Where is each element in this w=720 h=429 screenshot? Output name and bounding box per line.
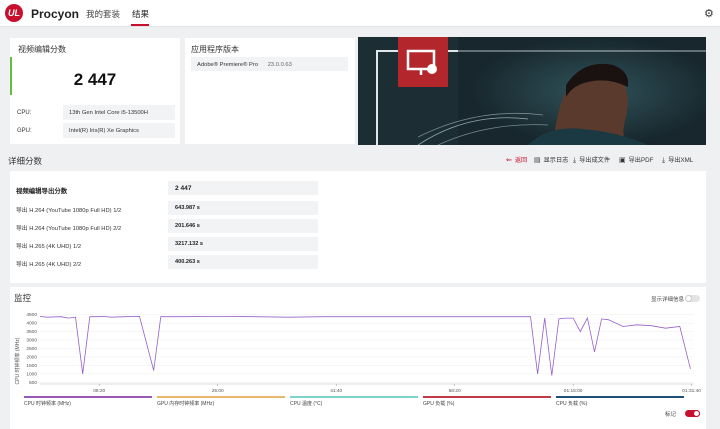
monitoring-chart: CPU 时钟频率 (MHz) 4500 4000 3500 3000 2500 2000 1… <box>14 312 701 407</box>
settings-gear-icon[interactable]: ⚙ <box>704 7 714 20</box>
score-value: 2 447 <box>73 70 117 89</box>
portrait-illustration <box>417 37 706 145</box>
y-tick-label: 1500 <box>26 363 37 369</box>
cpu-value: 13th Gen Intel Core i5-13500H <box>63 105 175 120</box>
cpu-label: CPU: <box>17 110 32 116</box>
app-version-row: Adobe® Premiere® Pro 23.0.0.63 <box>191 57 348 71</box>
monitoring-title: 监控 <box>14 293 32 303</box>
hero-image <box>358 37 706 145</box>
detail-row-value: 201.646 s <box>168 219 318 233</box>
detail-row-value: 400.263 s <box>168 255 318 269</box>
x-tick-labels: 08:20 25:00 41:40 58:20 01:15:00 01:31:40 <box>93 384 701 394</box>
detail-row-label: 导出 H.265 (4K UHD) 2/2 <box>16 262 82 268</box>
y-tick-label: 3500 <box>26 329 37 335</box>
toggle-knob <box>685 295 692 302</box>
back-button[interactable]: ⇐ 返回 <box>506 155 527 164</box>
detail-row-value: 3217.132 s <box>168 237 318 251</box>
legend-swatch <box>157 396 285 398</box>
detail-row-label: 导出 H.264 (YouTube 1080p Full HD) 2/2 <box>16 226 122 232</box>
export-xml-button[interactable]: ⤓ 导出XML <box>662 155 693 165</box>
details-title: 详细分数 <box>8 156 43 166</box>
x-tick-label: 41:40 <box>330 388 342 394</box>
export-file-button[interactable]: ⤓ 导出成文件 <box>573 155 610 165</box>
x-tick-label: 01:15:00 <box>564 388 583 394</box>
export-pdf-button[interactable]: ▣ 导出PDF <box>619 155 653 164</box>
legend-swatch <box>24 396 152 398</box>
y-tick-labels: 4500 4000 3500 3000 2500 2000 1500 1000 500 <box>26 312 37 386</box>
x-tick-label: 58:20 <box>449 388 461 394</box>
y-tick-label: 2500 <box>26 346 37 352</box>
y-tick-label: 2000 <box>26 354 37 360</box>
app-title: Procyon <box>31 7 80 21</box>
active-tab-indicator <box>131 24 149 26</box>
marker-toggle-label: 标记 <box>665 412 677 418</box>
detail-row-value: 643.987 s <box>168 201 318 215</box>
document-icon: ▤ <box>534 157 541 164</box>
app-version: 23.0.0.63 <box>267 62 292 68</box>
score-title: 视频编辑分数 <box>18 45 66 54</box>
cpu-clock-series-line <box>39 315 691 376</box>
legend-label: CPU 时钟频率 (MHz) <box>24 400 71 407</box>
x-tick-label: 01:31:40 <box>682 388 701 394</box>
detail-row-label: 导出 H.265 (4K UHD) 1/2 <box>16 244 82 250</box>
x-tick-label: 08:20 <box>93 388 105 394</box>
app-version-card: 应用程序版本 Adobe® Premiere® Pro 23.0.0.63 <box>185 38 355 144</box>
app-version-title: 应用程序版本 <box>191 45 239 54</box>
ul-logo: UL <box>5 4 23 22</box>
chart-legend: CPU 时钟频率 (MHz) GPU 内存时钟频率 (MHz) CPU 温度 (°C… <box>24 396 684 407</box>
show-log-button[interactable]: ▤ 显示日志 <box>534 155 568 164</box>
detail-row-label: 视频编辑导出分数 <box>16 188 68 195</box>
legend-label: CPU 温度 (°C) <box>290 400 323 407</box>
score-card: 视频编辑分数 2 447 CPU: 13th Gen Intel Core i5… <box>10 38 180 144</box>
legend-label: CPU 负载 (%) <box>556 400 587 407</box>
detail-row-value: 2 447 <box>168 181 318 195</box>
y-tick-label: 4500 <box>26 312 37 318</box>
printer-icon: ▣ <box>619 157 626 164</box>
y-axis-label: CPU 时钟频率 (MHz) <box>14 337 21 384</box>
download-icon: ⤓ <box>573 157 577 164</box>
detail-toggle-label: 显示详细信息 <box>651 297 685 303</box>
download-icon: ⤓ <box>662 157 666 164</box>
detail-toggle[interactable] <box>685 295 700 302</box>
chart-grid <box>40 314 694 385</box>
legend-swatch <box>556 396 684 398</box>
back-arrow-icon: ⇐ <box>506 157 512 164</box>
x-tick-label: 25:00 <box>212 388 224 394</box>
y-tick-label: 1000 <box>26 371 37 377</box>
legend-swatch <box>423 396 551 398</box>
legend-label: GPU 负载 (%) <box>423 400 455 407</box>
y-tick-label: 3000 <box>26 338 37 344</box>
detail-row-label: 导出 H.264 (YouTube 1080p Full HD) 1/2 <box>16 208 122 214</box>
tab-results[interactable]: 结果 <box>132 8 149 20</box>
legend-swatch <box>290 396 418 398</box>
toggle-knob <box>693 410 700 417</box>
tab-my-suites[interactable]: 我的套装 <box>86 8 120 20</box>
gpu-value: Intel(R) Iris(R) Xe Graphics <box>63 123 175 138</box>
details-card: 视频编辑导出分数 2 447 导出 H.264 (YouTube 1080p F… <box>10 171 706 283</box>
y-tick-label: 4000 <box>26 321 37 327</box>
monitoring-card: 监控 显示详细信息 CPU 时钟频率 (MHz) 4500 4000 3500 300… <box>10 287 706 429</box>
legend-label: GPU 内存时钟频率 (MHz) <box>157 400 215 407</box>
y-tick-label: 500 <box>29 380 37 386</box>
app-name: Adobe® Premiere® Pro <box>197 62 259 68</box>
gpu-label: GPU: <box>17 128 32 134</box>
marker-toggle[interactable] <box>685 410 700 417</box>
top-bar: UL Procyon 我的套装 结果 ⚙ <box>0 0 720 27</box>
